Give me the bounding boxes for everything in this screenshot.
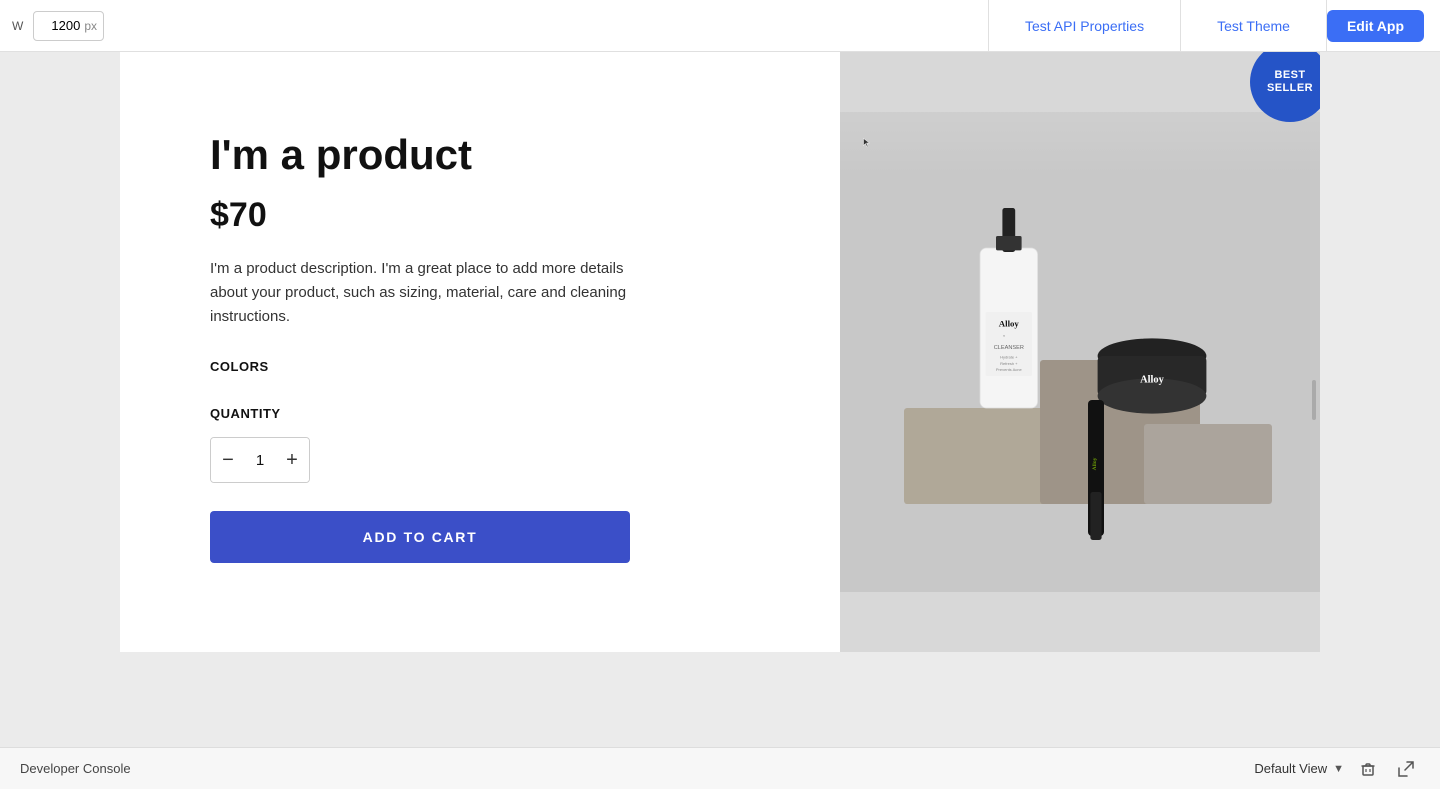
trash-icon-button[interactable] — [1354, 755, 1382, 783]
svg-text:Refresh +: Refresh + — [1000, 361, 1018, 366]
quantity-section: QUANTITY − 1 + — [210, 406, 780, 483]
expand-icon-button[interactable] — [1392, 755, 1420, 783]
quantity-row: − 1 + — [210, 437, 310, 483]
bottom-right-controls: Default View ▼ — [1254, 755, 1420, 783]
colors-label: COLORS — [210, 359, 780, 374]
svg-text:Alloy: Alloy — [999, 318, 1020, 328]
chevron-down-icon: ▼ — [1333, 763, 1344, 775]
width-input-group[interactable]: px — [33, 11, 104, 41]
badge-text: BESTSELLER — [1267, 69, 1313, 95]
drag-handle-right[interactable] — [1308, 370, 1320, 430]
toolbar-right: Edit App — [1327, 10, 1440, 42]
svg-text:Alloy: Alloy — [1140, 374, 1164, 385]
quantity-decrease-button[interactable]: − — [211, 438, 245, 482]
toolbar: W px Test API Properties Test Theme Edit… — [0, 0, 1440, 52]
product-name: I'm a product — [210, 132, 780, 178]
product-card: I'm a product $70 I'm a product descript… — [120, 52, 1320, 652]
svg-text:Alloy: Alloy — [1092, 457, 1098, 470]
product-description: I'm a product description. I'm a great p… — [210, 257, 630, 329]
tab-test-theme[interactable]: Test Theme — [1181, 0, 1326, 52]
default-view-select[interactable]: Default View ▼ — [1254, 761, 1344, 776]
width-label: W — [12, 19, 23, 33]
toolbar-tabs: Test API Properties Test Theme — [988, 0, 1327, 52]
default-view-label: Default View — [1254, 761, 1327, 776]
quantity-value: 1 — [245, 452, 275, 469]
edit-app-button[interactable]: Edit App — [1327, 10, 1424, 42]
svg-text:CLEANSER: CLEANSER — [994, 345, 1024, 351]
svg-text:Prevents Acne: Prevents Acne — [996, 367, 1023, 372]
quantity-label: QUANTITY — [210, 406, 780, 421]
developer-console-label: Developer Console — [20, 761, 131, 776]
toolbar-left: W px — [0, 11, 988, 41]
quantity-increase-button[interactable]: + — [275, 438, 309, 482]
product-image: Alloy ᵞ CLEANSER Hydrate + Refresh + Pre… — [840, 52, 1320, 652]
product-price: $70 — [210, 196, 780, 235]
product-image-panel: BESTSELLER Alloy ᵞ CLEANSE — [840, 52, 1320, 652]
width-input[interactable] — [40, 18, 80, 33]
tab-api-properties[interactable]: Test API Properties — [989, 0, 1181, 52]
width-unit: px — [84, 19, 97, 33]
bottom-bar: Developer Console Default View ▼ — [0, 747, 1440, 789]
add-to-cart-button[interactable]: ADD TO CART — [210, 511, 630, 563]
expand-icon — [1398, 761, 1414, 777]
svg-text:Hydrate +: Hydrate + — [1000, 354, 1018, 359]
trash-icon — [1360, 761, 1376, 777]
canvas-area: I'm a product $70 I'm a product descript… — [0, 52, 1440, 747]
product-info-panel: I'm a product $70 I'm a product descript… — [120, 52, 840, 652]
colors-section: COLORS — [210, 359, 780, 374]
